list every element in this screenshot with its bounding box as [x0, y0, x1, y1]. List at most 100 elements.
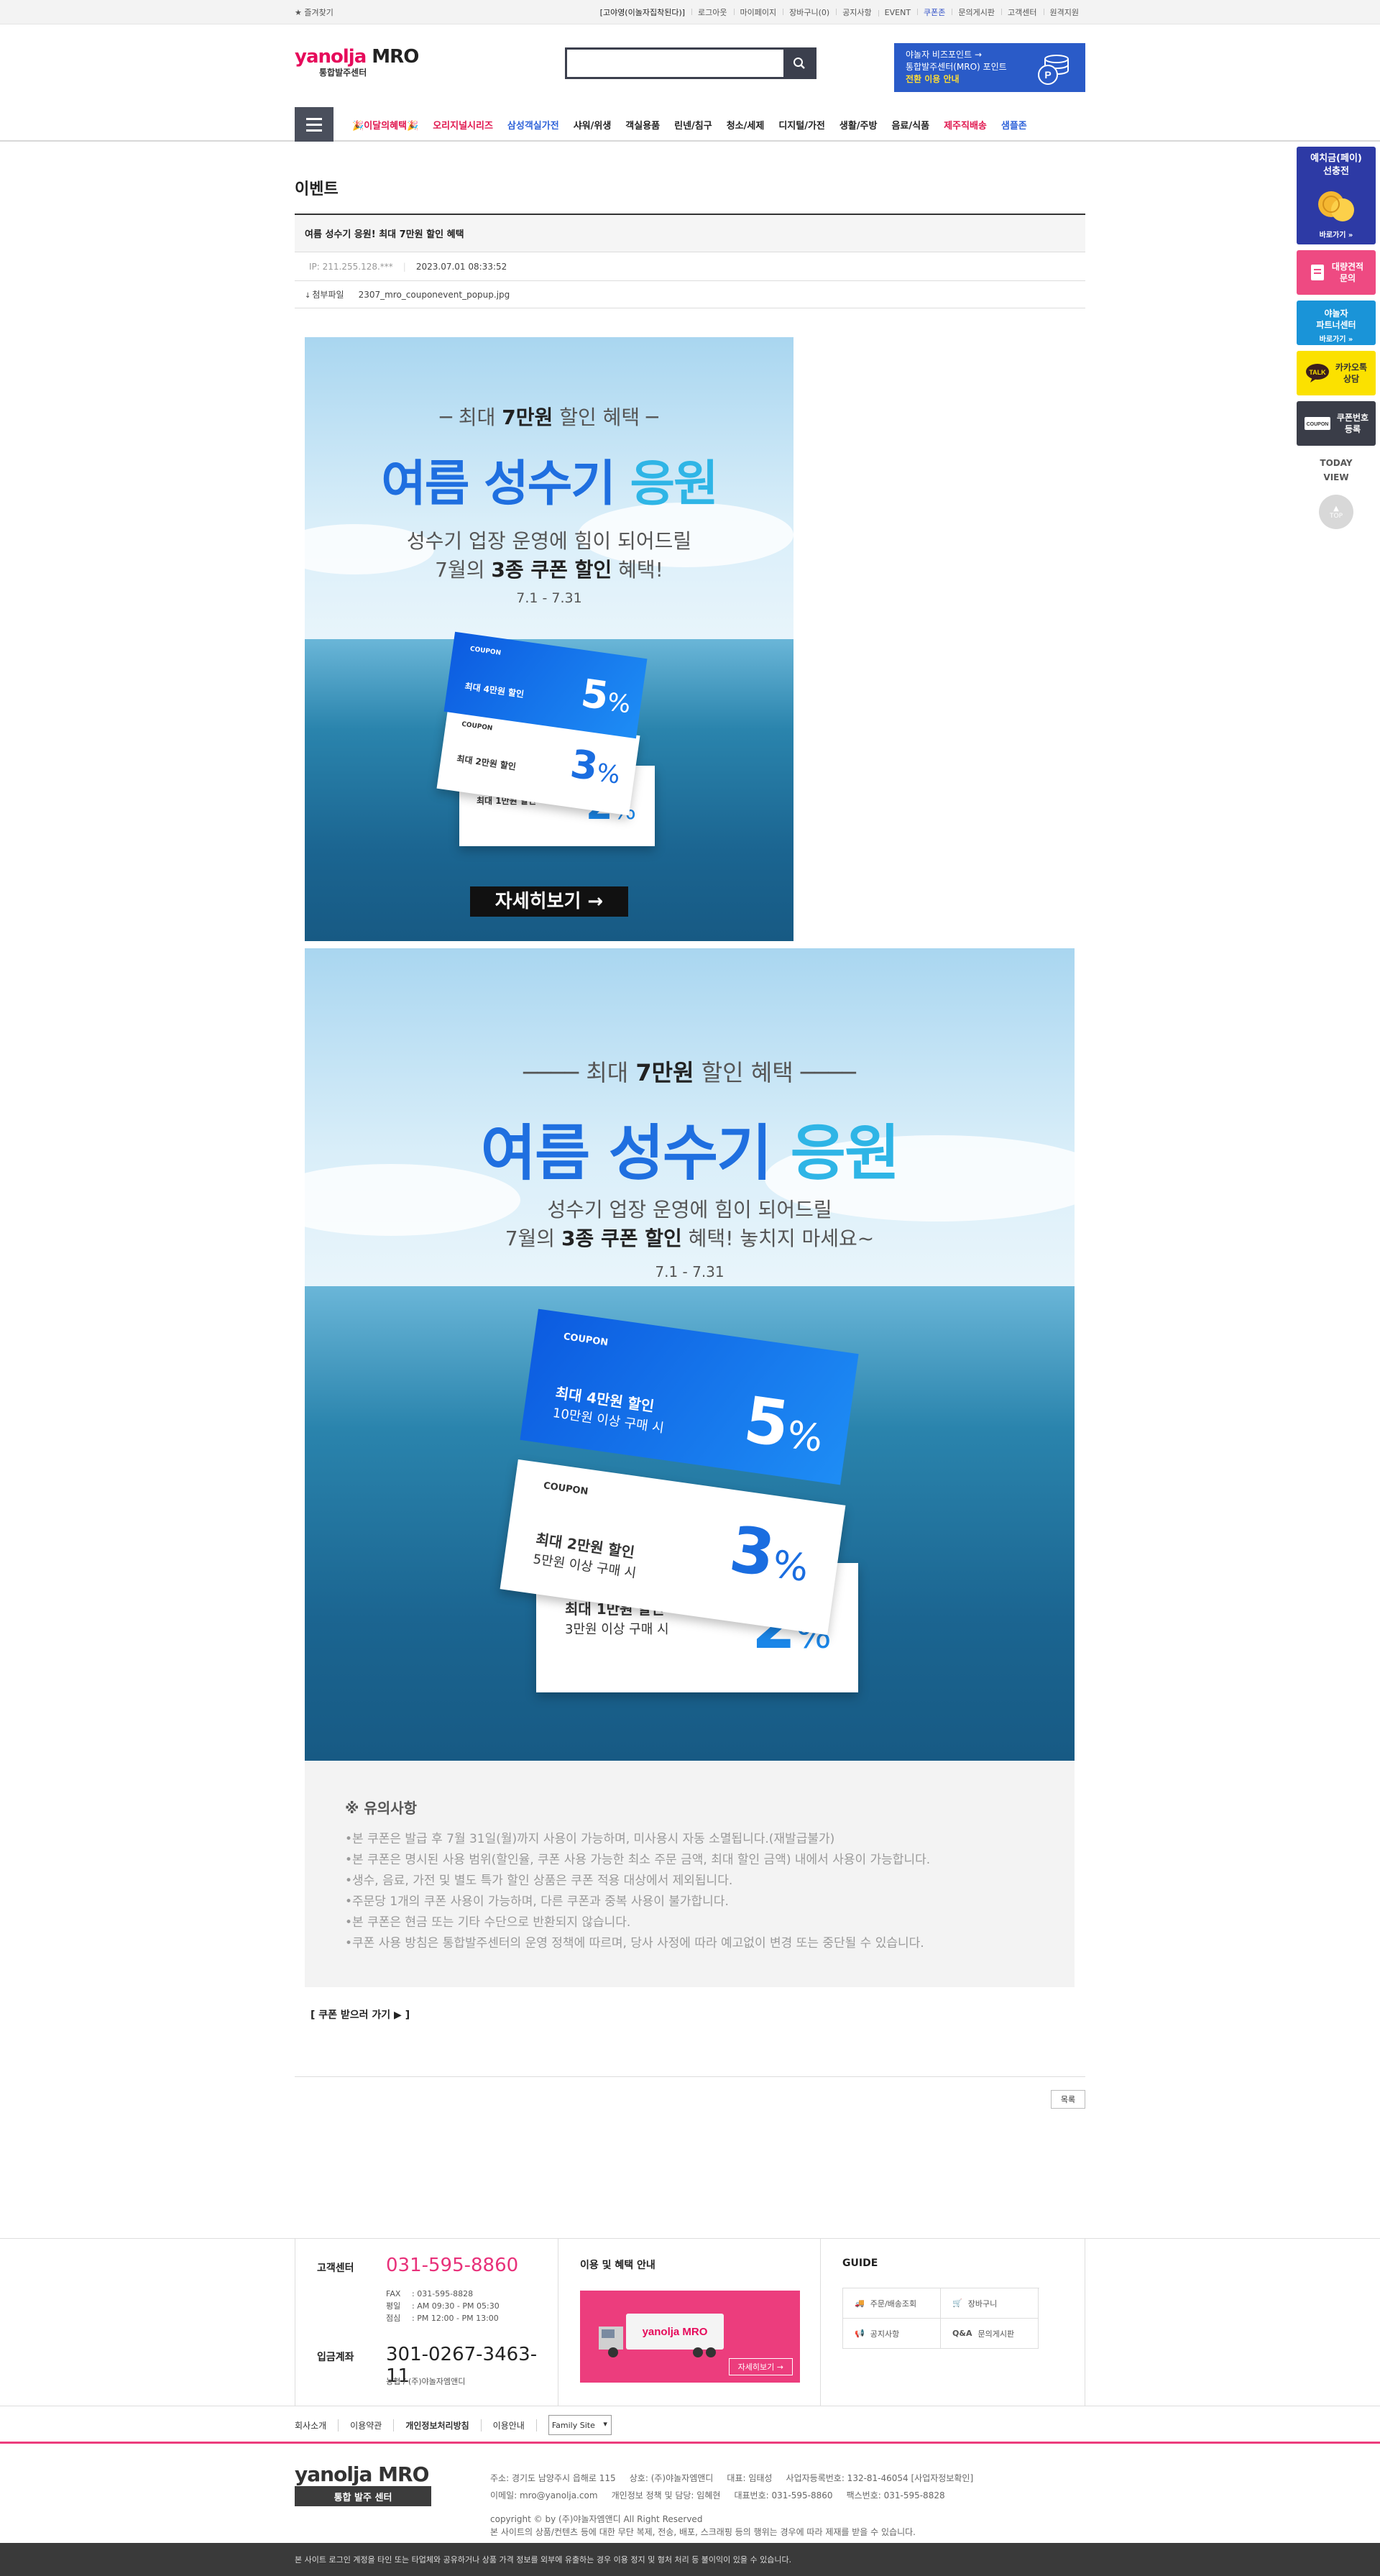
gnb-item-original-series[interactable]: 오리지널시리즈	[433, 118, 493, 132]
headline-bold: 7만원	[635, 1059, 694, 1086]
utility-links: [고야영(이놀자집착된다)] 로그아웃 마이페이지 장바구니(0) 공지사항 E…	[594, 6, 1085, 18]
pct-unit: %	[605, 687, 632, 720]
get-coupon-link[interactable]: [ 쿠폰 받으러 가기 ▶ ]	[310, 2007, 1085, 2022]
fax-label: FAX	[386, 2289, 401, 2298]
kakao-talk-button[interactable]: TALK 카카오톡 상담	[1297, 351, 1376, 395]
banner1-period: 7.1 - 7.31	[516, 590, 582, 606]
partner-sub: 바로가기 »	[1319, 336, 1353, 344]
footer-warning-bar: 본 사이트 로그인 계정을 타인 또는 타업체와 공유하거나 상품 가격 정보를…	[0, 2543, 1380, 2576]
privacy-label: 개인정보처리방침	[405, 2420, 469, 2431]
gnb-item-shower[interactable]: 샤워/위생	[574, 118, 612, 132]
sub2-pre: 7월의	[505, 1227, 556, 1250]
logo-mro: MRO	[372, 46, 419, 68]
gnb-item-room-supplies[interactable]: 객실용품	[625, 118, 660, 132]
svg-text:COUPON: COUPON	[1307, 422, 1329, 427]
guide-notice[interactable]: 📢 공지사항	[843, 2319, 941, 2349]
footer-link-terms[interactable]: 이용약관	[350, 2419, 395, 2431]
customer-center-box: 고객센터 031-595-8860 FAX: 031-595-8828 평일: …	[295, 2239, 558, 2406]
event-popup-banner: ─ 최대 7만원 할인 혜택 ─ 여름 성수기 응원 성수기 업장 운영에 힘이…	[305, 337, 794, 941]
coupon-zone-link[interactable]: 쿠폰존	[917, 6, 952, 18]
detail-button[interactable]: 자세히보기 →	[470, 886, 628, 917]
footer-link-company[interactable]: 회사소개	[295, 2419, 339, 2431]
favorite-link[interactable]: ★ 즐겨찾기	[295, 6, 334, 18]
biz-point-banner[interactable]: 야놀자 비즈포인트 → 통합발주센터(MRO) 포인트 전환 이용 안내 P	[894, 43, 1085, 92]
estimate-label: 대량견적 문의	[1331, 262, 1364, 283]
partner-center-button[interactable]: 야놀자 파트너센터 바로가기 »	[1297, 301, 1376, 345]
hamburger-icon	[306, 117, 322, 120]
user-name-link[interactable]: [고야영(이놀자집착된다)]	[594, 6, 691, 18]
pct-unit: %	[770, 1542, 811, 1591]
inquiry-board-link[interactable]: 문의게시판	[952, 6, 1001, 18]
gnb-item-samsung[interactable]: 삼성객실가전	[507, 118, 559, 132]
remote-support-link[interactable]: 원격지원	[1043, 6, 1085, 18]
cart-link[interactable]: 장바구니(0)	[783, 6, 836, 18]
coupon-5-tag: COUPON	[562, 1331, 609, 1349]
header: yanolja MRO 통합발주센터 야놀자 비즈포인트 → 통합발주센터(MR…	[0, 24, 1380, 107]
gnb-item-monthly-benefit[interactable]: 🎉이달의혜택🎉	[352, 118, 418, 132]
benefit-banner[interactable]: yanolja MRO 자세히보기 →	[580, 2291, 800, 2383]
search-icon	[794, 58, 805, 69]
logout-link[interactable]: 로그아웃	[691, 6, 733, 18]
notice-title: ※ 유의사항	[345, 1800, 418, 1817]
account-owner: 농협 / (주)야놀자엠앤디	[386, 2377, 466, 2386]
banner1-sub1: 성수기 업장 운영에 힘이 되어드릴	[406, 529, 692, 553]
guide-order-tracking[interactable]: 🚚 주문/배송조회	[843, 2288, 941, 2319]
title-a: 여름 성수기	[381, 456, 615, 513]
post-date: 2023.07.01 08:33:52	[415, 261, 507, 272]
cart-icon: 🛒	[952, 2298, 962, 2308]
banner2-sub1: 성수기 업장 운영에 힘이 되어드릴	[547, 1198, 832, 1221]
coupon-register-label: 쿠폰번호 등록	[1336, 413, 1369, 434]
gnb-item-cleaning[interactable]: 청소/세제	[727, 118, 765, 132]
gnb-item-linen[interactable]: 린넨/침구	[674, 118, 712, 132]
deposit-charge-button[interactable]: 예치금(페이) 선충전 바로가기 »	[1297, 147, 1376, 244]
banner2-title: 여름 성수기 응원	[305, 1105, 1075, 1192]
attachment-row: 첨부파일 2307_mro_couponevent_popup.jpg	[295, 281, 1085, 308]
headline-pre: 최대	[586, 1059, 629, 1086]
attachment-file[interactable]: 2307_mro_couponevent_popup.jpg	[359, 290, 510, 300]
quick-menu: 예치금(페이) 선충전 바로가기 » 대량견적 문의 야놀자 파트너센터 바로가…	[1297, 147, 1376, 529]
gnb-items: 🎉이달의혜택🎉 오리지널시리즈 삼성객실가전 샤워/위생 객실용품 린넨/침구 …	[352, 118, 1041, 132]
truck-logo: yanolja MRO	[643, 2326, 708, 2338]
arrow-up-icon: ▲	[1333, 504, 1339, 513]
bulk-estimate-button[interactable]: 대량견적 문의	[1297, 250, 1376, 295]
notice-link[interactable]: 공지사항	[836, 6, 878, 18]
gnb-label: 이달의혜택	[364, 120, 407, 132]
gnb-item-kitchen[interactable]: 생활/주방	[840, 118, 878, 132]
logo-yanolja: yanolja	[295, 46, 367, 68]
gnb-item-sample-zone[interactable]: 샘플존	[1001, 118, 1027, 132]
all-menu-button[interactable]	[295, 107, 334, 142]
notice-item: 본 쿠폰은 현금 또는 기타 수단으로 반환되지 않습니다.	[345, 1912, 1075, 1933]
coupon-register-button[interactable]: COUPON 쿠폰번호 등록	[1297, 401, 1376, 446]
footer-link-guide[interactable]: 이용안내	[493, 2419, 537, 2431]
scroll-top-button[interactable]: ▲ TOP	[1319, 495, 1353, 529]
coupon-5-tag: COUPON	[469, 645, 502, 657]
mypage-link[interactable]: 마이페이지	[733, 6, 783, 18]
sub2-pre: 7월의	[435, 558, 485, 582]
guide-cart[interactable]: 🛒 장바구니	[941, 2288, 1039, 2319]
footer-logo-tag: 통합 발주 센터	[295, 2486, 431, 2506]
coupon-3-value: 3%	[725, 1512, 814, 1596]
today-view[interactable]: TODAY VIEW	[1297, 456, 1376, 485]
guide-inquiry[interactable]: Q&A 문의게시판	[941, 2319, 1039, 2349]
guide-label: 공지사항	[870, 2329, 900, 2339]
site-logo[interactable]: yanolja MRO 통합발주센터	[295, 46, 419, 78]
event-link[interactable]: EVENT	[878, 8, 917, 17]
search-input[interactable]	[567, 50, 783, 77]
guide-title: GUIDE	[842, 2258, 878, 2269]
list-button[interactable]: 목록	[1051, 2090, 1085, 2109]
family-site-select[interactable]: Family Site	[548, 2415, 612, 2435]
banner1-headline: ─ 최대 7만원 할인 혜택 ─	[440, 405, 658, 429]
search-button[interactable]	[783, 49, 815, 78]
gnb-item-jeju[interactable]: 제주직배송	[944, 118, 987, 132]
coupon-5-label: 최대 4만원 할인	[464, 681, 525, 700]
hamburger-line	[306, 123, 322, 126]
gnb-item-digital[interactable]: 디지털/가전	[778, 118, 825, 132]
gnb-item-food[interactable]: 음료/식품	[891, 118, 929, 132]
copyright-notice: 본 사이트의 상품/컨텐츠 등에 대한 무단 복제, 전송, 배포, 스크래핑 …	[490, 2527, 916, 2537]
footer-link-privacy[interactable]: 개인정보처리방침	[405, 2419, 482, 2431]
post-ip: IP: 211.255.128.***	[309, 261, 393, 272]
benefit-detail-button[interactable]: 자세히보기 →	[728, 2358, 793, 2375]
sub2-bold: 3종 쿠폰 할인	[561, 1227, 682, 1250]
customer-center-link[interactable]: 고객센터	[1001, 6, 1043, 18]
notice-list: 본 쿠폰은 발급 후 7월 31일(월)까지 사용이 가능하며, 미사용시 자동…	[345, 1829, 1075, 1954]
